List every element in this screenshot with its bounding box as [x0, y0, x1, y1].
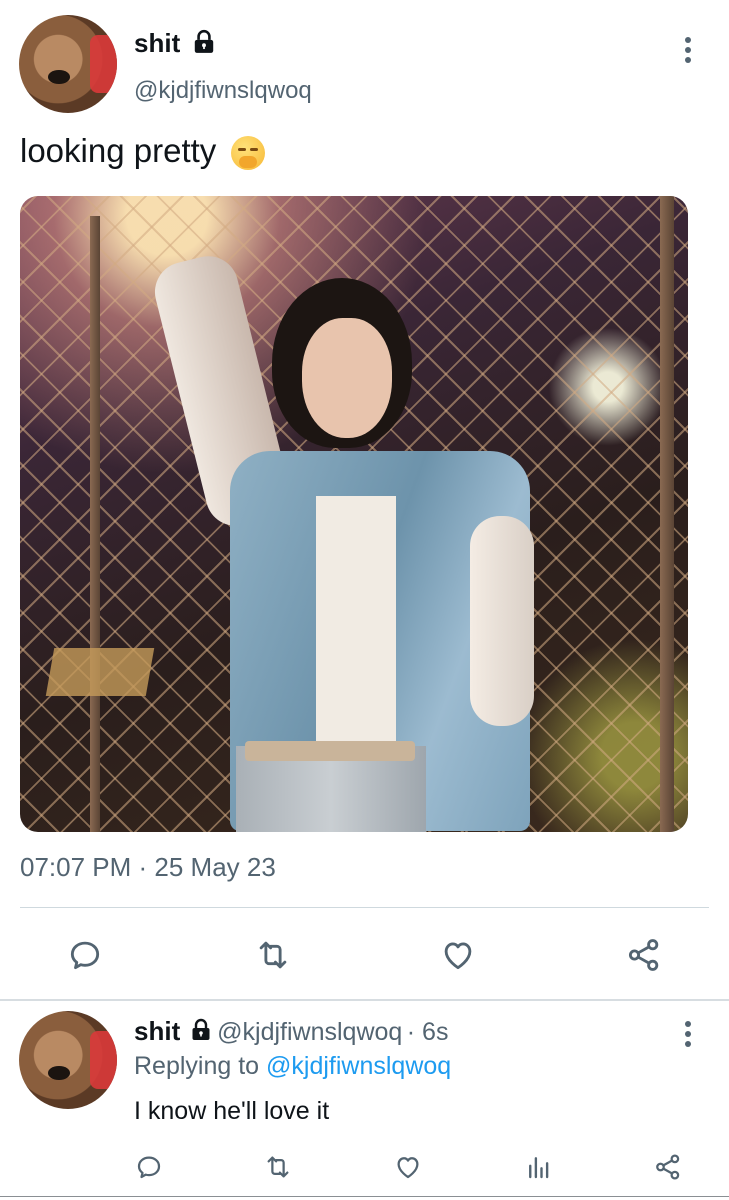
replying-to-handle[interactable]: @kjdjfiwnslqwoq — [266, 1052, 451, 1080]
lock-icon — [189, 1018, 213, 1053]
jacket-sleeve — [470, 516, 534, 726]
share-icon[interactable] — [651, 1150, 685, 1184]
tweet-text-row: looking pretty — [20, 130, 266, 172]
more-vertical-icon[interactable] — [684, 37, 692, 67]
share-icon[interactable] — [623, 935, 665, 975]
reply-author-avatar[interactable] — [19, 1011, 117, 1109]
fence-post — [90, 216, 100, 832]
tweet-text: looking pretty — [20, 132, 217, 169]
white-shirt — [316, 496, 396, 746]
replying-to: Replying to @kjdjfiwnslqwoq — [134, 1051, 451, 1081]
author-avatar[interactable] — [19, 15, 117, 113]
section-divider — [0, 999, 729, 1001]
retweet-icon[interactable] — [251, 935, 295, 975]
reply-author-handle[interactable]: @kjdjfiwnslqwoq — [217, 1018, 402, 1046]
comment-icon[interactable] — [132, 1150, 166, 1184]
lock-icon — [191, 29, 217, 66]
analytics-icon[interactable] — [522, 1150, 556, 1184]
replying-to-label: Replying to — [134, 1052, 260, 1080]
face — [302, 318, 392, 438]
heart-icon[interactable] — [437, 935, 479, 975]
more-vertical-icon[interactable] — [684, 1021, 692, 1051]
belt — [245, 741, 415, 761]
divider — [20, 907, 709, 908]
reply-header: shit @kjdjfiwnslqwoq · 6s — [134, 1016, 448, 1053]
author-handle[interactable]: @kjdjfiwnslqwoq — [134, 76, 312, 106]
tweet-timestamp[interactable]: 07:07 PM · 25 May 23 — [20, 851, 276, 883]
comment-icon[interactable] — [65, 935, 105, 975]
reply-author-name[interactable]: shit — [134, 1016, 180, 1046]
retweet-icon[interactable] — [260, 1150, 296, 1184]
reply-time[interactable]: · 6s — [407, 1018, 449, 1046]
heart-icon[interactable] — [391, 1150, 425, 1184]
fence-post — [660, 196, 674, 832]
author-name-row: shit — [134, 28, 217, 66]
crate — [45, 648, 155, 696]
tweet-photo[interactable] — [20, 196, 688, 832]
bottom-divider — [0, 1196, 729, 1197]
reply-text: I know he'll love it — [134, 1097, 330, 1125]
hand-over-mouth-emoji-icon — [231, 136, 266, 171]
author-name[interactable]: shit — [134, 28, 180, 58]
